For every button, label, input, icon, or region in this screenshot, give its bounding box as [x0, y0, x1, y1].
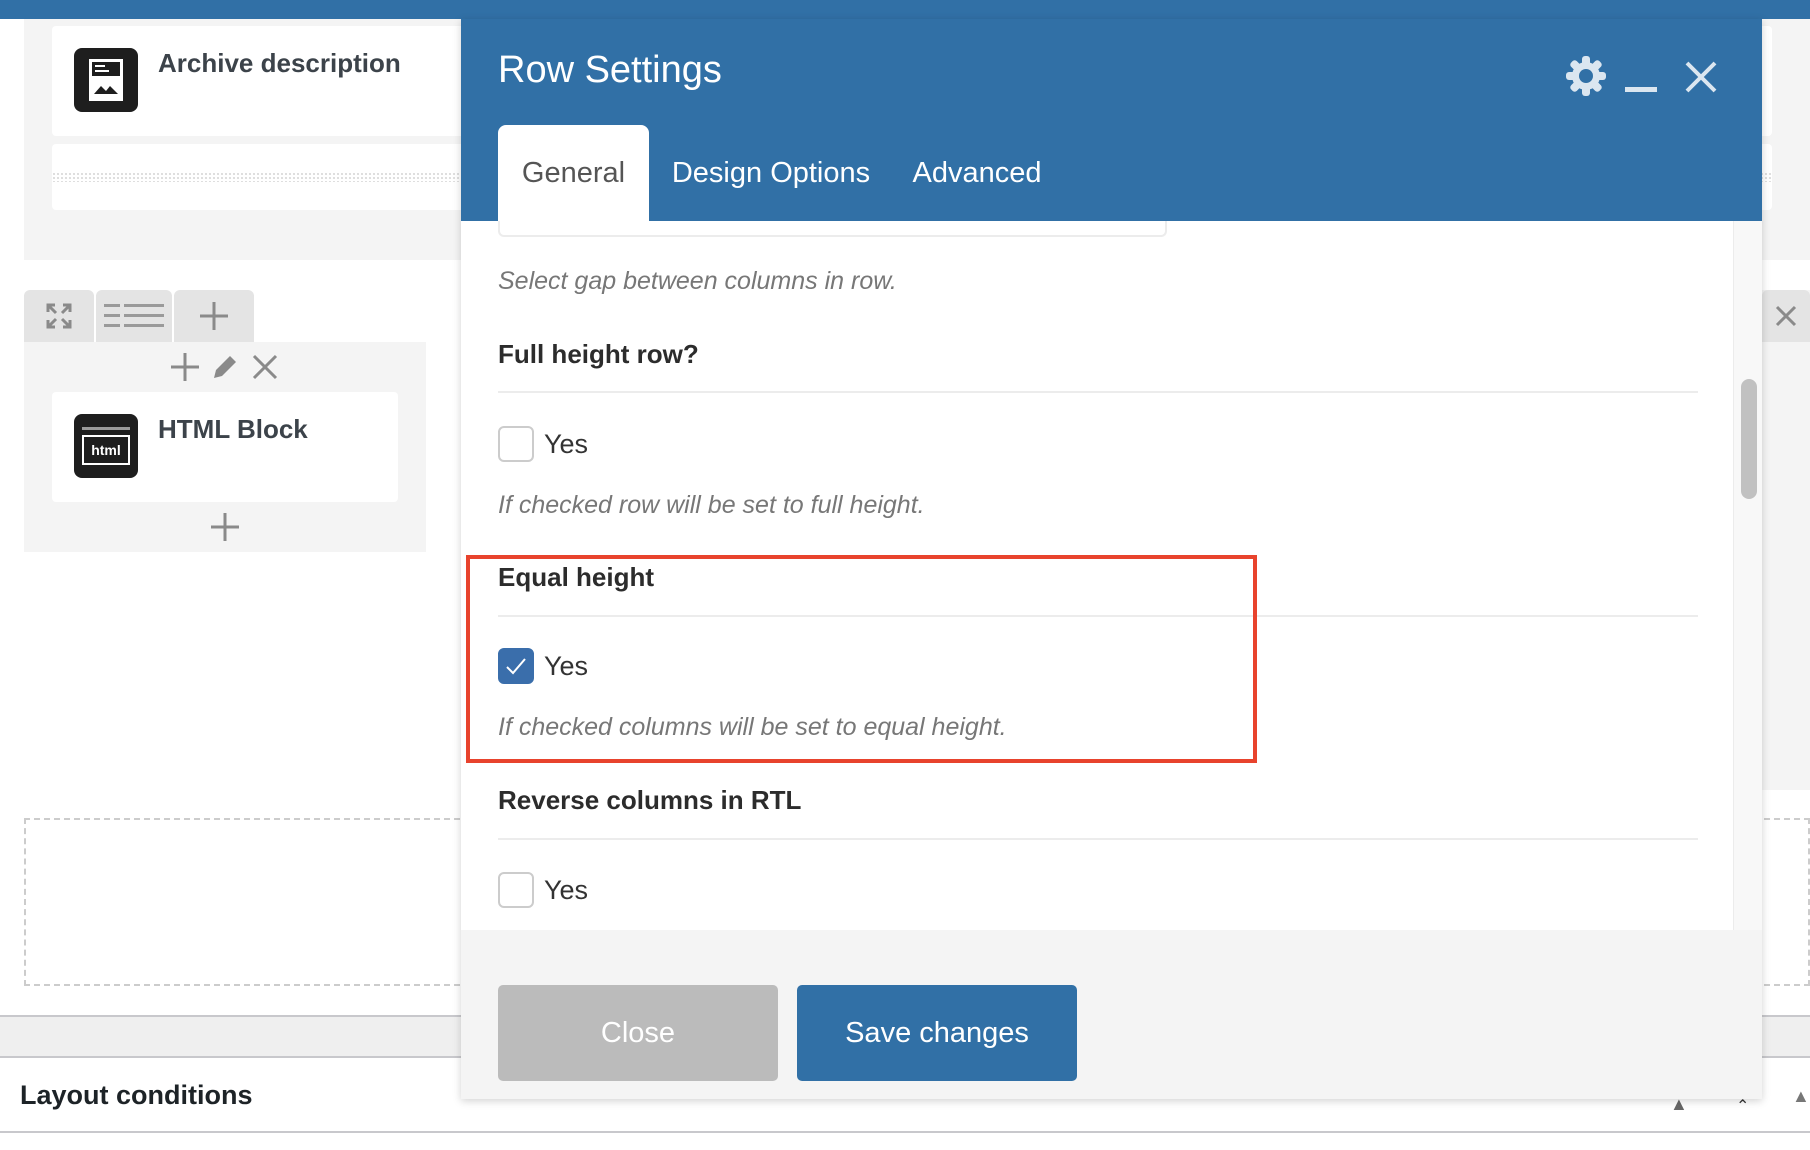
dialog-header: Row Settings General Design Options Adva… — [461, 19, 1762, 221]
close-icon — [1685, 61, 1717, 93]
panel-toggle-icon[interactable]: ▲ — [1792, 1086, 1810, 1107]
list-lines-icon — [104, 304, 164, 327]
equal-height-checkbox[interactable] — [498, 648, 534, 684]
tab-design-options[interactable]: Design Options — [661, 125, 881, 221]
field-separator — [498, 391, 1698, 393]
right-column — [1762, 290, 1810, 790]
expand-arrows-icon — [46, 303, 72, 329]
column-delete-button[interactable] — [252, 354, 278, 385]
checkmark-icon — [506, 658, 526, 675]
dialog-title: Row Settings — [498, 49, 722, 91]
plus-icon — [211, 513, 239, 541]
close-icon — [1775, 305, 1797, 327]
row-expand-button[interactable] — [24, 290, 94, 342]
add-element-button[interactable] — [210, 512, 240, 547]
column-add-button[interactable] — [170, 352, 200, 387]
plus-icon — [171, 353, 199, 381]
field-separator — [498, 615, 1698, 617]
plus-icon — [200, 302, 228, 330]
element-card-html-block[interactable]: html HTML Block — [52, 392, 398, 502]
reverse-columns-checkbox-label[interactable]: Yes — [544, 875, 588, 906]
settings-button[interactable] — [1565, 55, 1607, 102]
save-changes-button[interactable]: Save changes — [797, 985, 1077, 1081]
top-bar — [0, 0, 1810, 19]
dialog-scrollbar[interactable] — [1733, 221, 1762, 949]
element-title: HTML Block — [158, 414, 308, 444]
close-icon — [252, 354, 278, 380]
dialog-footer: Close Save changes — [461, 930, 1762, 1099]
panel-bottom-border — [0, 1131, 1810, 1133]
element-title: Archive description — [158, 48, 401, 78]
tab-general[interactable]: General — [498, 125, 649, 221]
archive-description-icon — [74, 48, 138, 112]
minimize-button[interactable] — [1625, 87, 1657, 92]
tab-advanced[interactable]: Advanced — [891, 125, 1063, 221]
pencil-icon — [214, 356, 236, 378]
equal-height-checkbox-label[interactable]: Yes — [544, 651, 588, 682]
scrollbar-thumb[interactable] — [1741, 379, 1757, 499]
reverse-columns-label: Reverse columns in RTL — [498, 785, 802, 815]
panel-collapse-icon[interactable]: ⌃ — [1736, 1096, 1749, 1116]
close-dialog-button[interactable] — [1685, 61, 1717, 98]
html-block-icon: html — [74, 414, 138, 478]
equal-height-help: If checked columns will be set to equal … — [498, 713, 1007, 741]
row-layout-button[interactable] — [96, 290, 172, 342]
html-icon-label: html — [82, 435, 130, 465]
full-height-help: If checked row will be set to full heigh… — [498, 491, 925, 519]
full-height-checkbox-label[interactable]: Yes — [544, 429, 588, 460]
right-row-delete-button[interactable] — [1762, 290, 1810, 342]
row-add-button[interactable] — [174, 290, 254, 342]
full-height-checkbox[interactable] — [498, 426, 534, 462]
field-separator — [498, 838, 1698, 840]
equal-height-label: Equal height — [498, 562, 654, 592]
column-edit-button[interactable] — [210, 352, 240, 387]
column-gap-select[interactable] — [498, 221, 1167, 237]
row-settings-dialog: Row Settings General Design Options Adva… — [461, 19, 1762, 1099]
close-button[interactable]: Close — [498, 985, 778, 1081]
dialog-body: Select gap between columns in row. Full … — [461, 221, 1733, 949]
full-height-label: Full height row? — [498, 339, 699, 369]
layout-conditions-title: Layout conditions — [20, 1080, 253, 1110]
reverse-columns-checkbox[interactable] — [498, 872, 534, 908]
gear-icon — [1566, 56, 1606, 96]
column-gap-help: Select gap between columns in row. — [498, 267, 897, 295]
